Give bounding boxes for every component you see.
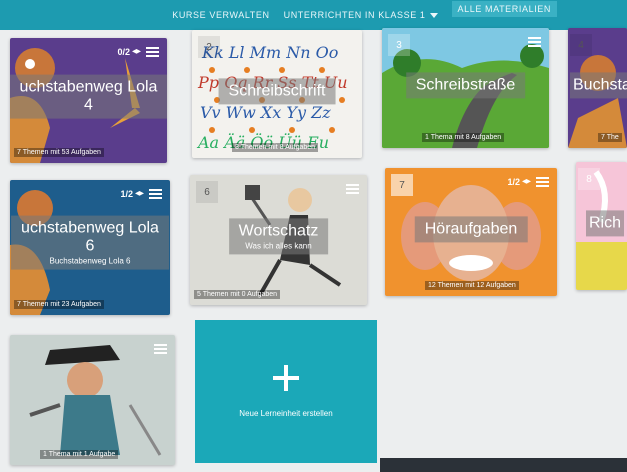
svg-text:Vv Ww Xx Yy Zz: Vv Ww Xx Yy Zz [200, 103, 331, 122]
course-card[interactable]: Kk Ll Mm Nn Oo Pp Qq Rr Ss Tt Uu Vv Ww X… [192, 30, 362, 158]
nav-label: KURSE VERWALTEN [172, 10, 270, 20]
graduation-cap-icon [522, 179, 531, 184]
card-subtitle: Was ich alles kann [245, 241, 312, 251]
card-footer: 1 Thema mit 1 Aufgabe [40, 450, 119, 459]
card-footer: 5 Themen mit 0 Aufgaben [194, 290, 281, 299]
card-title: Buchsta [570, 72, 627, 99]
card-title-text: Buchsta [573, 76, 627, 94]
pirate-illustration-image [29, 345, 162, 456]
card-number: 6 [196, 181, 218, 203]
nav-label: ALLE MATERIALIEN [457, 4, 551, 14]
course-card[interactable]: 6 Wortschatz Was ich alles kann 5 Themen… [190, 175, 367, 305]
progress-label: 0/2 [117, 47, 141, 57]
menu-icon[interactable] [528, 37, 541, 47]
card-title-text: Wortschatz [238, 222, 319, 240]
menu-icon[interactable] [536, 177, 549, 187]
card-title: Wortschatz Was ich alles kann [228, 218, 329, 255]
card-title-text: uchstabenweg Lola [21, 219, 159, 237]
card-title: uchstabenweg Lola 4 [10, 74, 167, 119]
course-card[interactable]: 0/2 uchstabenweg Lola 4 7 Themen mit 53 … [10, 38, 167, 163]
course-card[interactable]: 7 1/2 Höraufgaben 12 Themen mit 12 Aufga… [385, 168, 557, 296]
card-title-text: Schreibstraße [415, 76, 516, 94]
os-taskbar [380, 458, 627, 472]
menu-icon[interactable] [154, 344, 167, 354]
card-number: 2 [198, 36, 220, 58]
card-subtitle: Buchstabenweg Lola 6 [49, 256, 131, 266]
card-footer: 1 Thema mit 8 Aufgaben [422, 133, 505, 142]
card-title: Schreibschrift [218, 78, 336, 105]
menu-icon[interactable] [146, 47, 159, 57]
add-learning-unit-button[interactable]: Neue Lerneinheit erstellen [195, 320, 377, 463]
card-title: Rich [586, 210, 625, 237]
card-footer: 12 Themen mit 12 Aufgaben [425, 281, 519, 290]
card-footer: 7 Themen mit 53 Aufgaben [14, 148, 104, 157]
progress-label: 1/2 [120, 189, 144, 199]
nav-alle-materialien[interactable]: ALLE MATERIALIEN [451, 1, 557, 17]
card-title-number: 4 [84, 96, 93, 114]
course-card[interactable]: 3 Schreibstraße 1 Thema mit 8 Aufgaben [382, 28, 549, 148]
card-footer: 7 Themen mit 23 Aufgaben [14, 300, 104, 309]
card-number: 8 [578, 168, 600, 190]
nav-label: UNTERRICHTEN IN KLASSE 1 [283, 10, 426, 20]
course-card[interactable]: 1/2 uchstabenweg Lola 6 Buchstabenweg Lo… [10, 180, 170, 315]
graduation-cap-icon [135, 191, 144, 196]
nav-unterrichten-dropdown[interactable]: UNTERRICHTEN IN KLASSE 1 [284, 10, 438, 20]
caret-down-icon [429, 12, 438, 18]
menu-icon[interactable] [149, 189, 162, 199]
card-number: 7 [391, 174, 413, 196]
card-number: 3 [388, 34, 410, 56]
card-title-text: uchstabenweg Lola [19, 78, 158, 96]
card-footer: 7 The [598, 133, 622, 142]
top-navigation: KURSE VERWALTEN UNTERRICHTEN IN KLASSE 1… [0, 0, 627, 30]
plus-icon [273, 365, 299, 391]
graduation-cap-icon [132, 49, 141, 54]
card-title-text: Schreibschrift [228, 82, 326, 100]
card-title-number: 6 [85, 237, 95, 255]
add-learning-unit-label: Neue Lerneinheit erstellen [239, 409, 333, 418]
course-card[interactable]: 1 Thema mit 1 Aufgabe [10, 335, 175, 465]
card-title-text: Rich [589, 214, 622, 232]
card-number: 4 [570, 34, 592, 56]
svg-text:Kk Ll Mm Nn Oo: Kk Ll Mm Nn Oo [201, 43, 338, 62]
card-footer: 3 Themen mit 8 Aufgaben [232, 143, 319, 152]
course-card[interactable]: 4 Buchsta 7 The [568, 28, 627, 148]
card-title: Schreibstraße [405, 72, 526, 99]
card-title-text: Höraufgaben [424, 220, 518, 238]
card-title: Höraufgaben [414, 216, 528, 243]
course-card[interactable]: 8 Rich [576, 162, 627, 290]
menu-icon[interactable] [346, 184, 359, 194]
nav-kurse-verwalten[interactable]: KURSE VERWALTEN [172, 10, 269, 20]
card-title: uchstabenweg Lola 6 Buchstabenweg Lola 6 [11, 215, 169, 270]
progress-label: 1/2 [507, 177, 531, 187]
